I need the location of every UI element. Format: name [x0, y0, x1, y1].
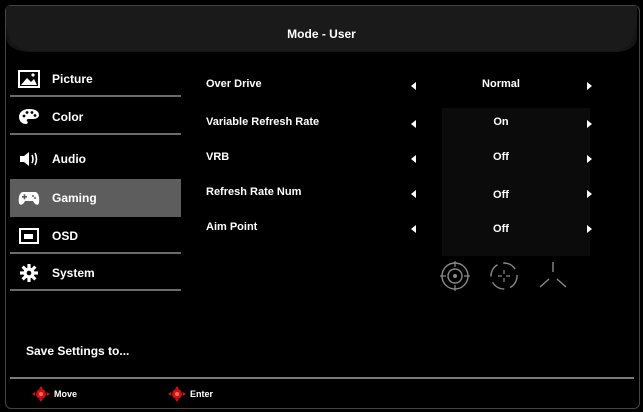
sidebar-item-osd[interactable]: OSD [10, 219, 181, 254]
page-title: Mode - User [287, 27, 356, 41]
arrow-left-icon[interactable] [411, 120, 416, 128]
joystick-move-icon [32, 386, 50, 402]
speaker-icon [20, 152, 38, 166]
sidebar-item-gaming[interactable]: Gaming [10, 179, 181, 217]
setting-value: Normal [482, 78, 520, 90]
setting-value: Off [493, 151, 509, 163]
sidebar-item-label: OSD [52, 229, 79, 243]
setting-row-over-drive[interactable]: Over Drive Normal [206, 74, 606, 98]
footer-divider [10, 377, 634, 379]
arrow-right-icon[interactable] [587, 190, 592, 198]
arrow-left-icon[interactable] [411, 190, 416, 198]
divider [10, 95, 181, 97]
sidebar-item-label: Audio [52, 152, 86, 166]
arrow-left-icon[interactable] [411, 155, 416, 163]
aim-point-circle-icon[interactable] [438, 259, 472, 293]
arrow-right-icon[interactable] [587, 82, 592, 90]
sidebar-item-color[interactable]: Color [10, 100, 181, 135]
title-bar: Mode - User [6, 6, 637, 58]
sidebar-item-audio[interactable]: Audio [10, 142, 181, 177]
gear-icon [20, 264, 38, 282]
setting-value: Off [493, 189, 509, 201]
arrow-right-icon[interactable] [587, 155, 592, 163]
palette-icon [19, 109, 39, 124]
setting-label: Over Drive [206, 78, 262, 90]
setting-label: Refresh Rate Num [206, 186, 302, 198]
setting-row-aim-point[interactable]: Aim Point Off [206, 217, 606, 241]
sidebar-item-label: Color [52, 110, 84, 124]
arrow-right-icon[interactable] [587, 120, 592, 128]
setting-row-variable-refresh-rate[interactable]: Variable Refresh Rate On [206, 112, 606, 136]
divider [10, 252, 181, 254]
move-hint-label: Move [54, 389, 78, 399]
sidebar-item-picture[interactable]: Picture [10, 62, 181, 97]
sidebar-item-label: Picture [52, 72, 93, 86]
aim-point-dot-icon[interactable] [487, 259, 521, 293]
gamepad-icon [18, 192, 40, 205]
divider [10, 133, 181, 135]
sidebar-item-label: System [52, 266, 95, 280]
joystick-enter-icon [168, 386, 186, 402]
osd-window-icon [19, 228, 39, 244]
setting-label: Variable Refresh Rate [206, 116, 320, 128]
setting-row-refresh-rate-num[interactable]: Refresh Rate Num Off [206, 182, 606, 206]
setting-label: Aim Point [206, 221, 258, 233]
arrow-left-icon[interactable] [411, 82, 416, 90]
sidebar-item-system[interactable]: System [10, 256, 181, 291]
enter-hint-label: Enter [190, 389, 214, 399]
setting-row-vrb[interactable]: VRB Off [206, 147, 606, 171]
picture-icon [18, 70, 40, 88]
setting-value: Off [493, 223, 509, 235]
setting-label: VRB [206, 151, 230, 163]
arrow-left-icon[interactable] [411, 225, 416, 233]
setting-value: On [493, 116, 509, 128]
save-settings-button[interactable]: Save Settings to... [26, 344, 129, 358]
sidebar-item-label: Gaming [52, 191, 97, 205]
aim-point-tri-icon[interactable] [536, 259, 570, 293]
arrow-right-icon[interactable] [587, 225, 592, 233]
divider [10, 289, 181, 291]
